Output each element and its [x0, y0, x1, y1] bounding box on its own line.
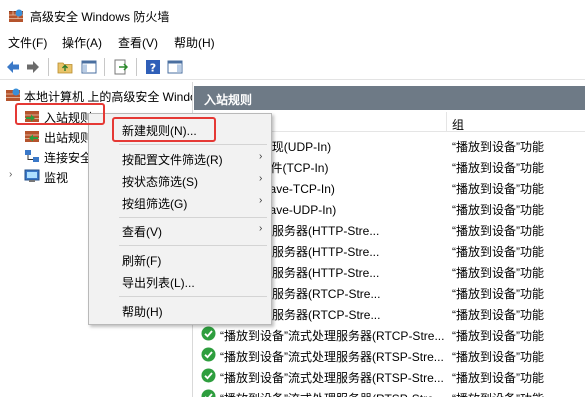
connection-security-icon [25, 150, 39, 162]
back-icon[interactable] [4, 58, 22, 76]
monitor-icon [24, 169, 40, 182]
tree-root[interactable]: 本地计算机 上的高级安全 Windows [0, 85, 192, 105]
export-icon[interactable] [112, 58, 130, 76]
tree-item-label: 出站规则 [44, 131, 93, 145]
firewall-icon [6, 88, 20, 101]
rule-name: “播放到设备”流式处理服务器(RTSP-Stre... [220, 390, 446, 397]
menu-item-label: 查看(V) [122, 225, 162, 239]
window-title: 高级安全 Windows 防火墙 [30, 10, 170, 24]
toolbar-separator [48, 58, 49, 76]
rule-group: “播放到设备”功能 [452, 287, 544, 301]
enabled-check-icon [201, 389, 216, 397]
rule-group: “播放到设备”功能 [452, 245, 544, 259]
up-folder-icon[interactable] [56, 58, 74, 76]
menu-item-filter-by-state[interactable]: 按状态筛选(S) › [89, 170, 271, 190]
column-header-group[interactable]: 组 [452, 116, 464, 133]
menu-file[interactable]: 文件(F) [8, 34, 47, 51]
menu-item-filter-by-profile[interactable]: 按配置文件筛选(R) › [89, 148, 271, 168]
menu-item-view[interactable]: 查看(V) › [89, 220, 271, 240]
rule-name: “播放到设备”流式处理服务器(RTSP-Stre... [220, 371, 444, 385]
column-divider[interactable] [446, 112, 447, 132]
table-row[interactable]: “播放到设备”流式处理服务器(RTSP-Stre... “播放到设备”功能 [194, 344, 585, 365]
highlight-inbound-rules [15, 103, 105, 125]
menu-view[interactable]: 查看(V) [118, 34, 158, 51]
chevron-right-icon[interactable]: › [9, 169, 12, 180]
rule-group: “播放到设备”功能 [452, 308, 544, 322]
menu-item-help[interactable]: 帮助(H) [89, 300, 271, 320]
menu-item-label: 按组筛选(G) [122, 197, 188, 211]
rule-group: “播放到设备”功能 [452, 140, 544, 154]
chevron-right-icon: › [259, 223, 263, 234]
highlight-new-rule [112, 117, 216, 142]
tree-item-label: 监视 [44, 171, 69, 185]
menu-separator [119, 296, 267, 297]
menu-separator [119, 245, 267, 246]
toolbar: ? [0, 54, 585, 80]
table-row[interactable]: “播放到设备”流式处理服务器(RTCP-Stre... “播放到设备”功能 [194, 323, 585, 344]
menu-item-label: 按状态筛选(S) [122, 175, 198, 189]
menu-item-label: 按配置文件筛选(R) [122, 153, 223, 167]
outbound-rules-icon [25, 131, 39, 142]
table-row[interactable]: “播放到设备”流式处理服务器(RTSP-Stre... “播放到设备”功能 [194, 386, 585, 397]
firewall-icon [9, 9, 23, 22]
rule-name: “播放到设备”流式处理服务器(RTCP-Stre... [220, 329, 445, 343]
chevron-right-icon: › [259, 173, 263, 184]
rule-group: “播放到设备”功能 [452, 350, 544, 364]
menu-help[interactable]: 帮助(H) [174, 34, 215, 51]
context-menu: 新建规则(N)... 按配置文件筛选(R) › 按状态筛选(S) › 按组筛选(… [88, 113, 272, 325]
tree-item-outbound-rules[interactable]: 出站规则 [0, 126, 100, 146]
toolbar-separator [136, 58, 137, 76]
help-icon[interactable]: ? [144, 58, 162, 76]
rule-group: “播放到设备”功能 [452, 329, 544, 343]
tree-item-connection-security-rules[interactable]: 连接安全 [0, 146, 100, 166]
rule-name: “播放到设备”流式处理服务器(RTSP-Stre... [220, 350, 444, 364]
pane-header: 入站规则 [194, 86, 585, 110]
table-row[interactable]: “播放到设备”流式处理服务器(RTSP-Stre... “播放到设备”功能 [194, 365, 585, 386]
menu-bar: 文件(F) 操作(A) 查看(V) 帮助(H) [0, 32, 585, 52]
show-action-pane-icon[interactable] [166, 58, 184, 76]
rule-group: “播放到设备”功能 [452, 224, 544, 238]
rule-group: “播放到设备”功能 [452, 371, 544, 385]
tree-item-monitoring[interactable]: › 监视 [0, 166, 100, 186]
toolbar-separator [104, 58, 105, 76]
tree-item-label: 连接安全 [44, 151, 93, 165]
forward-icon[interactable] [24, 58, 42, 76]
menu-item-filter-by-group[interactable]: 按组筛选(G) › [89, 192, 271, 212]
menu-item-label: 刷新(F) [122, 254, 162, 268]
menu-item-refresh[interactable]: 刷新(F) [89, 249, 271, 269]
rule-group: “播放到设备”功能 [452, 203, 544, 217]
rule-group: “播放到设备”功能 [452, 182, 544, 196]
chevron-right-icon: › [259, 151, 263, 162]
rule-group: “播放到设备”功能 [452, 161, 544, 175]
menu-separator [119, 217, 267, 218]
menu-item-label: 帮助(H) [122, 305, 163, 319]
show-hide-console-tree-icon[interactable] [80, 58, 98, 76]
svg-text:?: ? [150, 62, 156, 75]
enabled-check-icon [201, 368, 216, 383]
title-bar: 高级安全 Windows 防火墙 [0, 0, 585, 32]
menu-action[interactable]: 操作(A) [62, 34, 102, 51]
enabled-check-icon [201, 326, 216, 341]
menu-separator [119, 144, 267, 145]
rule-group: “播放到设备”功能 [452, 390, 585, 397]
rule-group: “播放到设备”功能 [452, 266, 544, 280]
menu-item-label: 导出列表(L)... [122, 276, 195, 290]
chevron-right-icon: › [259, 195, 263, 206]
enabled-check-icon [201, 347, 216, 362]
menu-item-export-list[interactable]: 导出列表(L)... [89, 271, 271, 291]
pane-title: 入站规则 [204, 93, 253, 107]
